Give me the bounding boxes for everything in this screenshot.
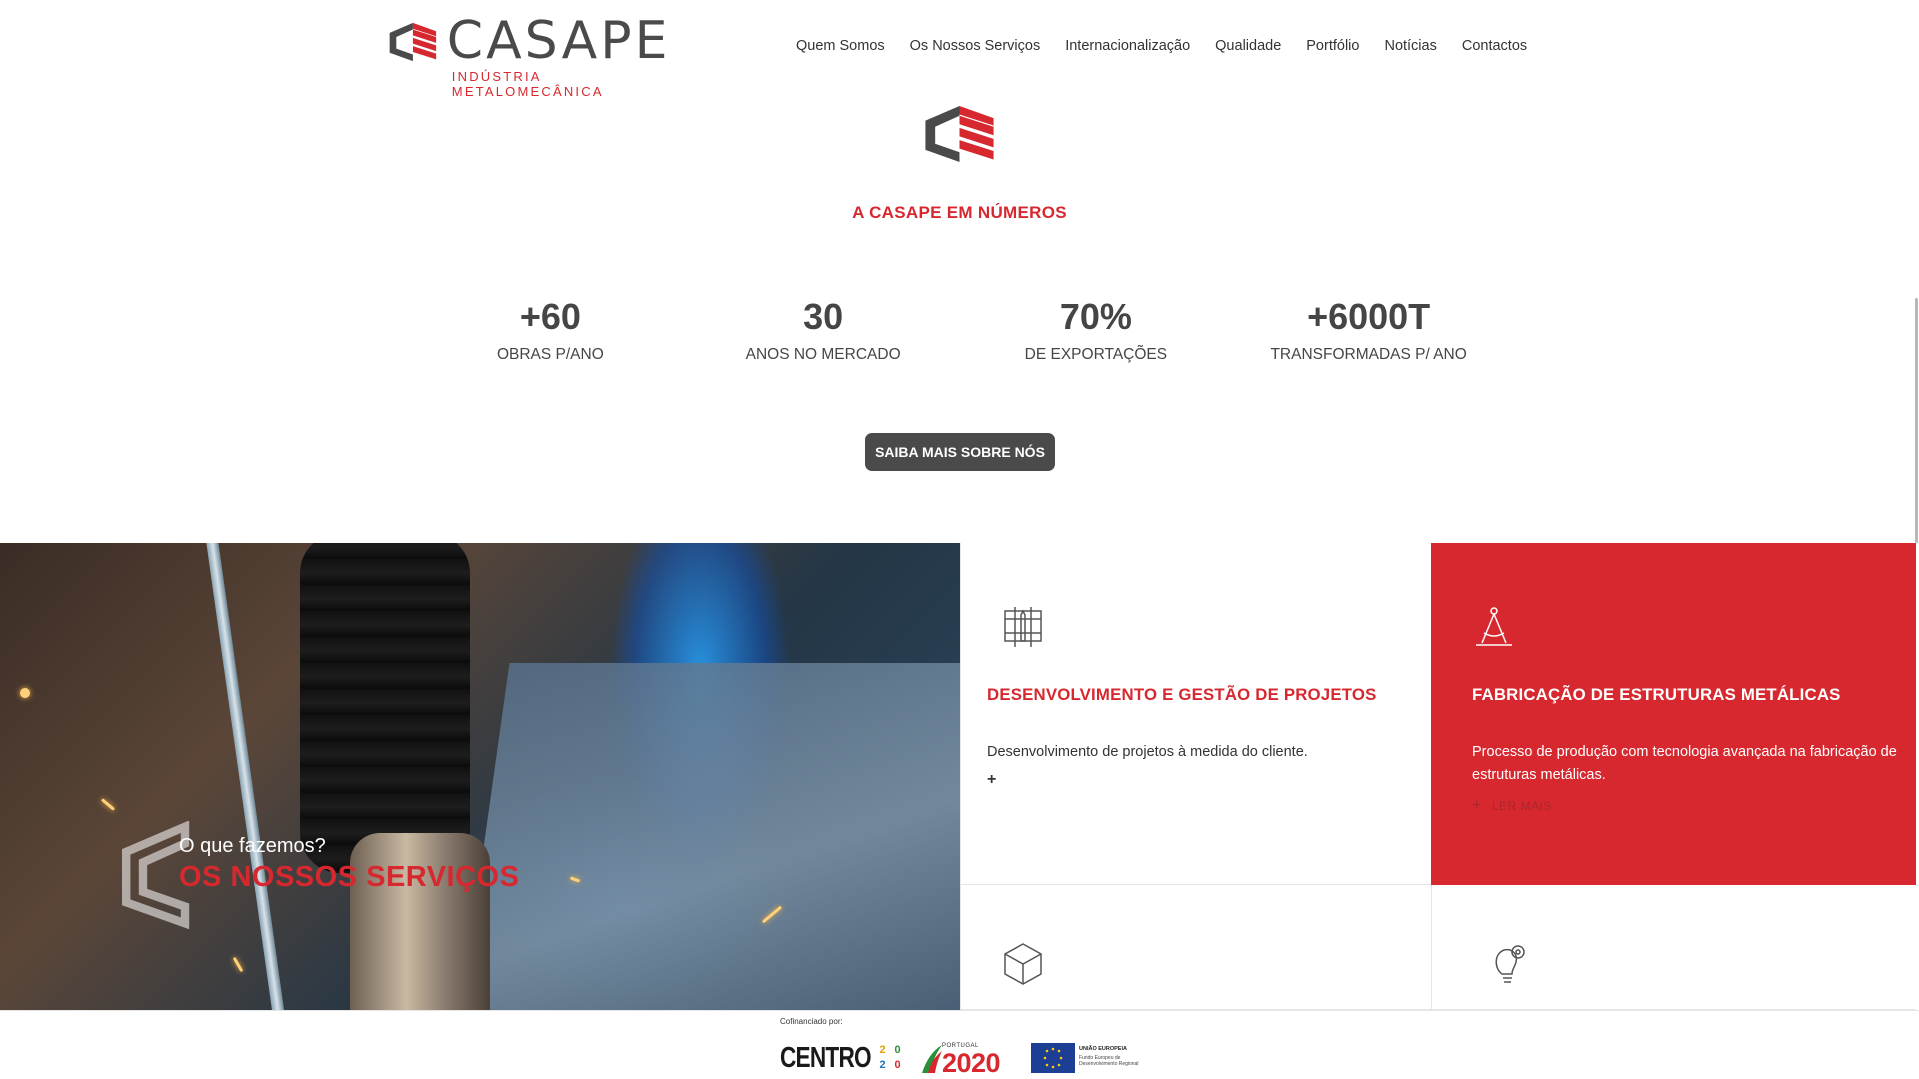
services-section: O que fazemos? OS NOSSOS SERVIÇOS DESENV… [0,543,1919,1010]
centro-digit: 0 [894,1059,901,1071]
centro2020-digits: 2 0 2 0 [876,1044,904,1072]
casape-mark-icon [925,106,994,162]
service-card-description: Processo de produção com tecnologia avan… [1472,744,1897,783]
stat-value: 70% [1059,296,1132,337]
read-more-link[interactable]: + [987,771,1006,789]
stat-label: DE EXPORTAÇÕES [1024,346,1168,363]
portugal-year: 2020 [942,1048,1001,1078]
service-card-4[interactable] [1431,885,1916,1010]
service-card-title: FABRICAÇÃO DE ESTRUTURAS METÁLICAS [1472,685,1841,704]
nav-quem-somos[interactable]: Quem Somos [796,38,885,54]
portugal2020-logo[interactable]: PORTUGAL 2020 [920,1043,1015,1078]
logo-tagline: INDÚSTRIA METALOMECÂNICA [451,69,604,99]
stat-label: OBRAS P/ANO [496,346,604,363]
logo-name: CASAPE [446,11,671,71]
lightbulb-gear-icon [1495,945,1525,983]
centro-digit: 0 [894,1044,901,1056]
torch-nozzle-graphic [350,833,490,1010]
stat-value: +6000T [1307,296,1431,337]
read-more-label: LER MAIS [1491,799,1552,813]
welding-rod-graphic [205,543,287,1010]
plus-icon: + [1472,797,1482,814]
stat-value: +60 [519,296,581,337]
service-card-projects[interactable]: DESENVOLVIMENTO E GESTÃO DE PROJETOS Des… [960,543,1431,885]
stat-item: 30 ANOS NO MERCADO [687,292,960,364]
welding-hero-image: O que fazemos? OS NOSSOS SERVIÇOS [0,543,960,1010]
compass-icon [1476,607,1512,646]
service-card-3[interactable] [960,885,1431,1010]
service-card-title: DESENVOLVIMENTO E GESTÃO DE PROJETOS [987,685,1377,704]
main-nav: Quem Somos Os Nossos Serviços Internacio… [796,38,1527,54]
eu-fund-logo[interactable]: UNIÃO EUROPEIA Fundo Europeu de Desenvol… [1031,1043,1141,1073]
about-us-button[interactable]: SAIBA MAIS SOBRE NÓS [865,433,1055,471]
stat-label: ANOS NO MERCADO [745,346,901,363]
site-header: CASAPE INDÚSTRIA METALOMECÂNICA Quem Som… [0,0,1919,99]
read-more-link[interactable]: + LER MAIS [1472,797,1552,815]
nav-qualidade[interactable]: Qualidade [1215,38,1281,54]
casape-logo-icon [389,22,437,62]
casape-logo[interactable]: CASAPE INDÚSTRIA METALOMECÂNICA [388,15,688,99]
spark [232,956,244,973]
eu-subtitle: Fundo Europeu de Desenvolvimento Regiona… [1079,1055,1139,1067]
nav-portfolio[interactable]: Portfólio [1306,38,1359,54]
cube-icon [1004,943,1042,985]
spark [100,798,116,811]
stat-label: TRANSFORMADAS P/ ANO [1270,346,1467,363]
stat-item: +6000T TRANSFORMADAS P/ ANO [1232,292,1505,364]
service-card-fabrication[interactable]: FABRICAÇÃO DE ESTRUTURAS METÁLICAS Proce… [1431,543,1916,885]
stats-row: +60 OBRAS P/ANO 30 ANOS NO MERCADO 70% D… [414,292,1505,364]
stat-item: +60 OBRAS P/ANO [414,292,687,364]
stat-item: 70% DE EXPORTAÇÕES [960,292,1233,364]
services-title: OS NOSSOS SERVIÇOS [179,861,520,893]
eu-flag-icon [1031,1043,1075,1073]
numbers-title: A CASAPE EM NÚMEROS [852,203,1067,222]
centro-digit: 2 [879,1044,886,1056]
spark [20,688,30,698]
funding-label: Cofinanciado por: [780,1017,843,1026]
eu-title: UNIÃO EUROPEIA [1079,1046,1127,1052]
logo-text: CASAPE INDÚSTRIA METALOMECÂNICA [446,11,688,99]
page-scrollbar[interactable] [1915,298,1918,543]
centro-digit: 2 [879,1059,886,1071]
nav-internacionalizacao[interactable]: Internacionalização [1065,38,1190,54]
welding-torch-graphic [300,543,470,873]
centro2020-logo[interactable]: CENTRO [780,1042,872,1075]
metal-plate-graphic [450,663,960,1010]
stat-value: 30 [803,296,844,337]
blueprint-icon [1004,607,1042,647]
nav-noticias[interactable]: Notícias [1384,38,1436,54]
service-card-description: Desenvolvimento de projetos à medida do … [987,744,1308,760]
funding-footer: Cofinanciado por: CENTRO 2 0 2 0 PORTUGA… [0,1010,1919,1079]
portugal-flag-icon [922,1045,942,1073]
nav-servicos[interactable]: Os Nossos Serviços [910,38,1041,54]
plus-icon: + [987,771,997,788]
nav-contactos[interactable]: Contactos [1462,38,1527,54]
services-subtitle: O que fazemos? [179,835,326,857]
